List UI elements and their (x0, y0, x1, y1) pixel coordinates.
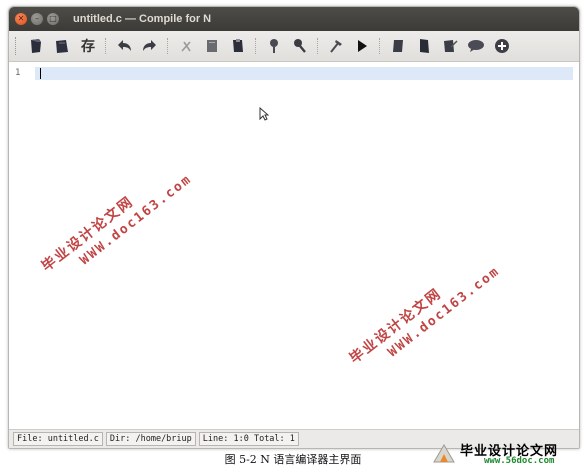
help-icon[interactable] (491, 35, 513, 57)
line-number-gutter: 1 (9, 62, 35, 430)
toolbar-separator (379, 38, 381, 54)
title-bar: ✕ – □ untitled.c — Compile for N (9, 7, 579, 31)
watermark: 毕业设计论文网 WWW.doc163.com (345, 246, 503, 381)
toolbar: 存 (9, 31, 579, 62)
edit-icon[interactable] (439, 35, 461, 57)
search-icon[interactable] (263, 35, 285, 57)
current-line-highlight (35, 67, 573, 80)
watermark-cn: 毕业设计论文网 (38, 193, 137, 275)
page-icon[interactable] (413, 35, 435, 57)
line-number: 1 (15, 68, 21, 78)
toolbar-separator (167, 38, 169, 54)
copy-icon[interactable] (201, 35, 223, 57)
status-position: Line: 1:0 Total: 1 (198, 432, 299, 446)
status-file: File: untitled.c (13, 432, 103, 446)
open-file-icon[interactable] (51, 35, 73, 57)
logo-url: www.56doc.com (484, 456, 555, 466)
comment-icon[interactable] (465, 35, 487, 57)
cut-icon[interactable] (175, 35, 197, 57)
logo-icon (433, 444, 455, 463)
site-logo: 毕业设计论文网 www.56doc.com (430, 440, 580, 468)
doc-icon[interactable] (387, 35, 409, 57)
maximize-icon[interactable]: □ (47, 13, 59, 25)
status-dir: Dir: /home/briup (105, 432, 196, 446)
toolbar-separator (255, 38, 257, 54)
toolbar-separator (317, 38, 319, 54)
code-editor[interactable]: 1 毕业设计论文网 WWW.doc163.com 毕业设计论文网 WWW.doc… (9, 62, 579, 430)
undo-icon[interactable] (113, 35, 135, 57)
redo-icon[interactable] (139, 35, 161, 57)
text-caret (40, 68, 41, 79)
editor-window: ✕ – □ untitled.c — Compile for N 存 1 毕业设… (8, 6, 580, 449)
new-file-icon[interactable] (25, 35, 47, 57)
paste-icon[interactable] (227, 35, 249, 57)
window-title: untitled.c — Compile for N (73, 13, 212, 25)
watermark-cn: 毕业设计论文网 (346, 285, 445, 367)
run-icon[interactable] (351, 35, 373, 57)
save-text-button[interactable]: 存 (77, 35, 99, 57)
mouse-pointer-icon (259, 106, 270, 125)
toolbar-grip[interactable] (15, 37, 19, 55)
save-text-label: 存 (81, 39, 95, 55)
replace-icon[interactable] (289, 35, 311, 57)
build-icon[interactable] (325, 35, 347, 57)
toolbar-separator (105, 38, 107, 54)
minimize-icon[interactable]: – (31, 13, 43, 25)
watermark: 毕业设计论文网 WWW.doc163.com (37, 154, 195, 289)
close-icon[interactable]: ✕ (15, 13, 27, 25)
